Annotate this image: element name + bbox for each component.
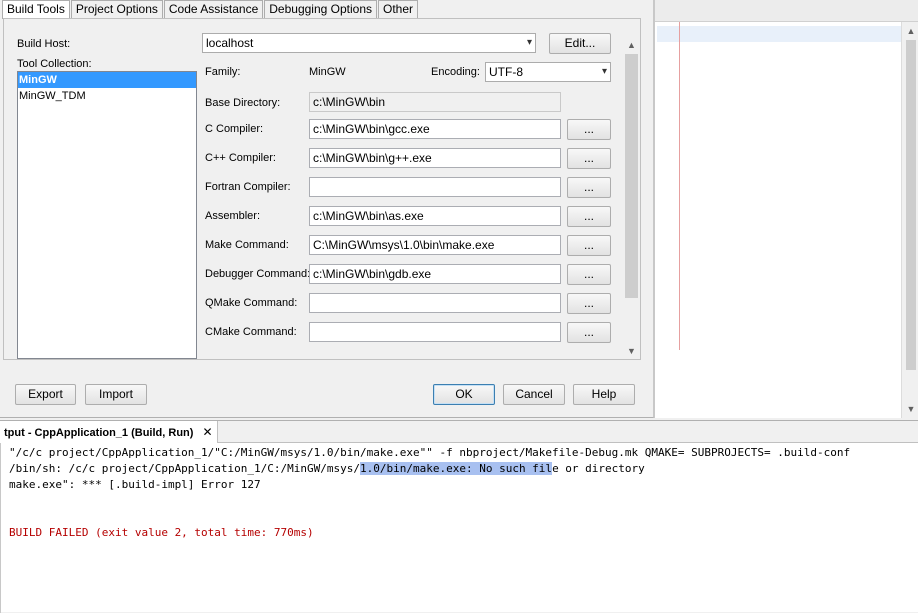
make-command-label: Make Command: bbox=[205, 239, 289, 251]
tool-collection-label: Tool Collection: bbox=[17, 58, 92, 70]
options-tabs: Build Tools Project Options Code Assista… bbox=[2, 0, 419, 19]
output-selected-text: 1.0/bin/make.exe: No such fil bbox=[360, 462, 553, 475]
build-host-select[interactable]: localhost ▾ bbox=[202, 33, 536, 53]
cpp-compiler-field[interactable]: c:\MinGW\bin\g++.exe bbox=[309, 148, 561, 168]
panel-scrollbar[interactable]: ▲ ▼ bbox=[623, 38, 640, 359]
output-tab-title: tput - CppApplication_1 (Build, Run) bbox=[4, 427, 194, 439]
family-label: Family: bbox=[205, 66, 241, 78]
cpp-compiler-browse-button[interactable]: ... bbox=[567, 148, 611, 169]
encoding-value: UTF-8 bbox=[489, 65, 523, 79]
c-compiler-label: C Compiler: bbox=[205, 123, 264, 135]
output-text: e or directory bbox=[552, 462, 645, 475]
close-icon[interactable]: ✕ bbox=[202, 425, 212, 439]
output-line: "/c/c project/CppApplication_1/"C:/MinGW… bbox=[9, 446, 851, 459]
base-directory-field: c:\MinGW\bin bbox=[309, 92, 561, 112]
assembler-browse-button[interactable]: ... bbox=[567, 206, 611, 227]
editor-current-line bbox=[657, 26, 901, 42]
list-item-mingw[interactable]: MinGW bbox=[18, 72, 196, 88]
cmake-command-field[interactable] bbox=[309, 322, 561, 342]
cmake-command-label: CMake Command: bbox=[205, 326, 297, 338]
output-window: tput - CppApplication_1 (Build, Run) ✕ "… bbox=[0, 420, 918, 613]
scroll-up-icon[interactable]: ▲ bbox=[902, 24, 918, 38]
build-failed-line: BUILD FAILED (exit value 2, total time: … bbox=[9, 526, 314, 539]
cmake-command-browse-button[interactable]: ... bbox=[567, 322, 611, 343]
assembler-field[interactable]: c:\MinGW\bin\as.exe bbox=[309, 206, 561, 226]
assembler-label: Assembler: bbox=[205, 210, 261, 222]
tab-build-tools[interactable]: Build Tools bbox=[2, 0, 70, 19]
editor-scrollbar[interactable]: ▲ ▼ bbox=[901, 22, 918, 418]
scroll-up-icon[interactable]: ▲ bbox=[623, 38, 640, 52]
chevron-down-icon: ▾ bbox=[526, 37, 532, 48]
list-item-mingw-tdm[interactable]: MinGW_TDM bbox=[18, 88, 196, 104]
help-button[interactable]: Help bbox=[573, 384, 635, 405]
editor-area[interactable]: ▲ ▼ bbox=[654, 0, 918, 418]
encoding-label: Encoding: bbox=[431, 66, 480, 78]
import-button[interactable]: Import bbox=[85, 384, 147, 405]
output-text: /bin/sh: /c/c project/CppApplication_1/C… bbox=[9, 462, 360, 475]
editor-scroll-thumb[interactable] bbox=[906, 40, 916, 370]
editor-right-margin-line bbox=[679, 22, 680, 350]
output-console[interactable]: "/c/c project/CppApplication_1/"C:/MinGW… bbox=[0, 443, 918, 613]
output-tabbar: tput - CppApplication_1 (Build, Run) ✕ bbox=[0, 421, 918, 443]
debugger-command-browse-button[interactable]: ... bbox=[567, 264, 611, 285]
c-compiler-browse-button[interactable]: ... bbox=[567, 119, 611, 140]
cpp-compiler-label: C++ Compiler: bbox=[205, 152, 276, 164]
scroll-down-icon[interactable]: ▼ bbox=[623, 344, 640, 358]
editor-toolbar bbox=[655, 0, 918, 22]
build-tools-panel: Build Host: localhost ▾ Edit... Tool Col… bbox=[3, 18, 641, 360]
output-tab[interactable]: tput - CppApplication_1 (Build, Run) ✕ bbox=[0, 421, 218, 443]
make-command-field[interactable]: C:\MinGW\msys\1.0\bin\make.exe bbox=[309, 235, 561, 255]
chevron-down-icon: ▾ bbox=[601, 66, 607, 77]
edit-build-host-button[interactable]: Edit... bbox=[549, 33, 611, 54]
qmake-command-field[interactable] bbox=[309, 293, 561, 313]
qmake-command-label: QMake Command: bbox=[205, 297, 298, 309]
tab-other[interactable]: Other bbox=[378, 0, 419, 18]
c-compiler-field[interactable]: c:\MinGW\bin\gcc.exe bbox=[309, 119, 561, 139]
tab-project-options[interactable]: Project Options bbox=[70, 0, 163, 18]
panel-scroll-thumb[interactable] bbox=[625, 54, 638, 298]
tab-code-assistance[interactable]: Code Assistance bbox=[163, 0, 264, 18]
make-command-browse-button[interactable]: ... bbox=[567, 235, 611, 256]
scroll-down-icon[interactable]: ▼ bbox=[902, 402, 918, 416]
family-value: MinGW bbox=[309, 66, 346, 78]
output-line: make.exe": *** [.build-impl] Error 127 bbox=[9, 478, 261, 491]
fortran-compiler-field[interactable] bbox=[309, 177, 561, 197]
fortran-compiler-browse-button[interactable]: ... bbox=[567, 177, 611, 198]
debugger-command-field[interactable]: c:\MinGW\bin\gdb.exe bbox=[309, 264, 561, 284]
encoding-select[interactable]: UTF-8 ▾ bbox=[485, 62, 611, 82]
build-tools-dialog: Build Tools Project Options Code Assista… bbox=[0, 0, 654, 418]
cancel-button[interactable]: Cancel bbox=[503, 384, 565, 405]
tool-collection-list[interactable]: MinGW MinGW_TDM bbox=[17, 71, 197, 359]
build-host-label: Build Host: bbox=[17, 38, 71, 50]
base-directory-label: Base Directory: bbox=[205, 97, 281, 109]
fortran-compiler-label: Fortran Compiler: bbox=[205, 181, 291, 193]
ok-button[interactable]: OK bbox=[433, 384, 495, 405]
export-button[interactable]: Export bbox=[15, 384, 76, 405]
qmake-command-browse-button[interactable]: ... bbox=[567, 293, 611, 314]
tab-debugging-options[interactable]: Debugging Options bbox=[264, 0, 378, 18]
output-line: /bin/sh: /c/c project/CppApplication_1/C… bbox=[9, 461, 645, 477]
debugger-command-label: Debugger Command: bbox=[205, 268, 311, 280]
build-host-value: localhost bbox=[206, 36, 254, 50]
